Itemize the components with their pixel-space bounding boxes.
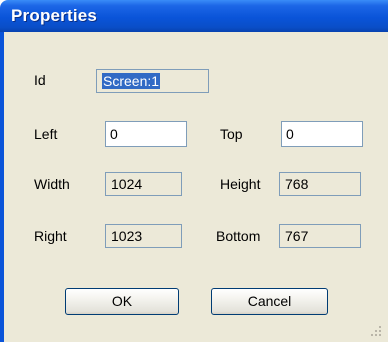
title-bar[interactable]: Properties <box>0 0 388 32</box>
id-field[interactable]: Screen:1 <box>96 69 209 93</box>
resize-grip-icon[interactable] <box>370 325 382 337</box>
id-label: Id <box>34 72 46 88</box>
top-label: Top <box>220 126 243 142</box>
properties-dialog: Properties Id Screen:1 Left Top Width 10… <box>0 0 388 342</box>
top-input[interactable] <box>281 121 363 147</box>
bottom-label: Bottom <box>216 228 261 244</box>
dialog-body: Id Screen:1 Left Top Width 1024 Height 7… <box>0 32 388 342</box>
dialog-title: Properties <box>11 6 98 25</box>
height-label: Height <box>220 176 261 192</box>
right-label: Right <box>34 228 67 244</box>
bottom-field: 767 <box>279 224 361 248</box>
height-field: 768 <box>279 172 361 196</box>
ok-button[interactable]: OK <box>65 288 179 315</box>
id-value: Screen:1 <box>102 73 161 89</box>
right-field: 1023 <box>105 224 182 248</box>
width-field: 1024 <box>105 172 182 196</box>
width-label: Width <box>34 176 70 192</box>
cancel-button[interactable]: Cancel <box>211 288 328 315</box>
left-label: Left <box>34 126 58 142</box>
left-input[interactable] <box>105 121 187 147</box>
